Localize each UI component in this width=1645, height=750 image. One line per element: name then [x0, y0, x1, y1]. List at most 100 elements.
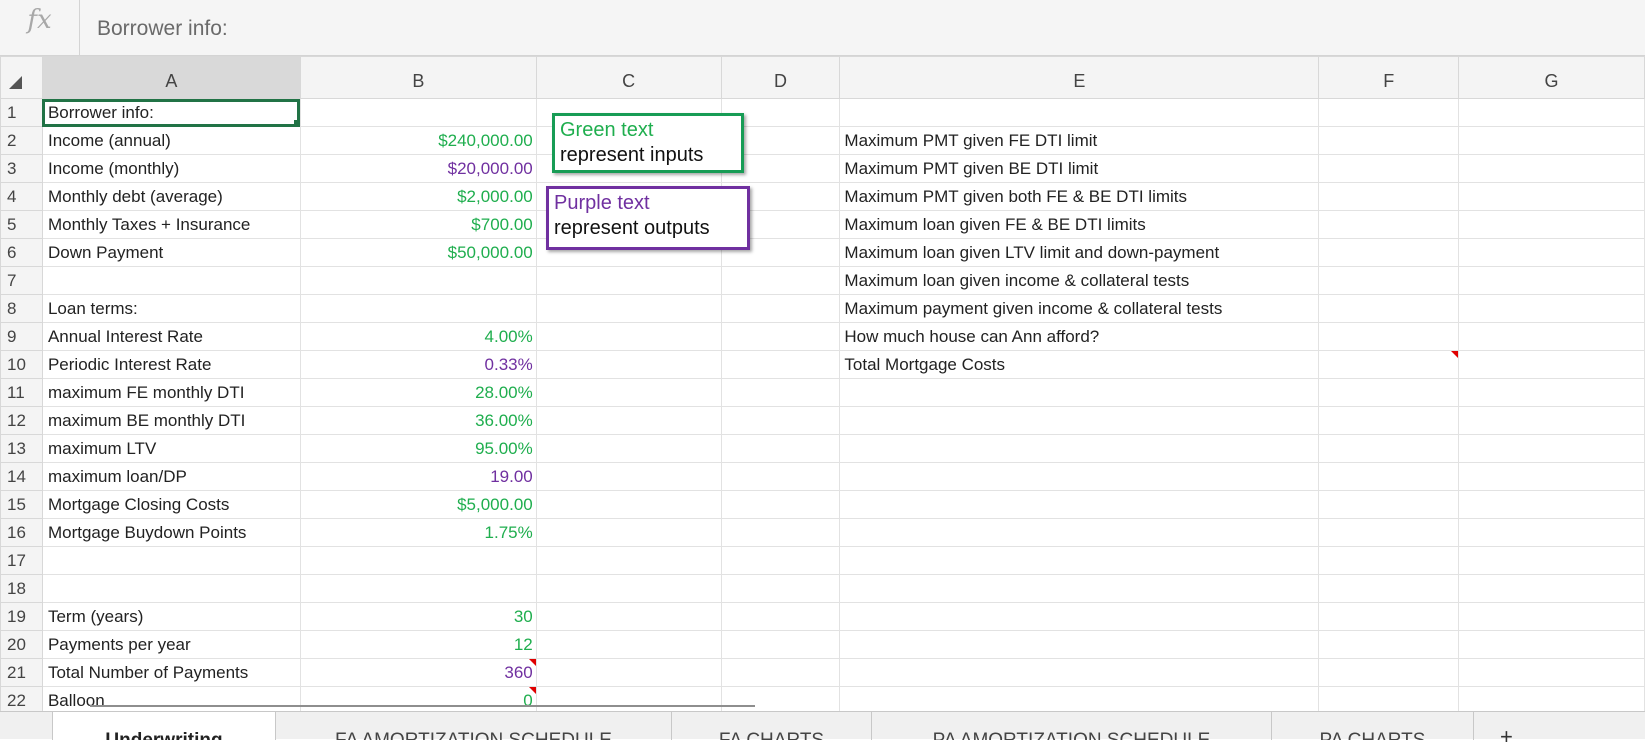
cell-g[interactable]	[1458, 574, 1645, 603]
column-header-e[interactable]: E	[839, 56, 1320, 99]
row-header[interactable]: 13	[0, 434, 43, 463]
cell-a[interactable]: maximum LTV	[41, 434, 301, 463]
cell-f[interactable]	[1318, 518, 1460, 547]
row-header[interactable]: 20	[0, 630, 43, 659]
cell-a[interactable]	[41, 574, 301, 603]
row-header[interactable]: 8	[0, 294, 43, 323]
row-header[interactable]: 9	[0, 322, 43, 351]
cell-a[interactable]: Mortgage Buydown Points	[41, 518, 301, 547]
cell-d[interactable]	[720, 294, 841, 323]
cell-g[interactable]	[1458, 322, 1645, 351]
cell-e[interactable]: Maximum PMT given both FE & BE DTI limit…	[839, 182, 1320, 211]
cell-e[interactable]: Maximum loan given income & collateral t…	[839, 266, 1320, 295]
column-header-g[interactable]: G	[1458, 56, 1645, 99]
row-header[interactable]: 21	[0, 658, 43, 687]
row-header[interactable]: 19	[0, 602, 43, 631]
cell-g[interactable]	[1458, 126, 1645, 155]
cell-c[interactable]	[535, 322, 722, 351]
cell-a[interactable]: Annual Interest Rate	[41, 322, 301, 351]
cell-c[interactable]	[535, 434, 722, 463]
cell-g[interactable]	[1458, 630, 1645, 659]
comment-indicator-icon[interactable]	[528, 687, 536, 694]
cell-e[interactable]	[839, 630, 1320, 659]
cell-d[interactable]	[720, 266, 841, 295]
cell-g[interactable]	[1458, 266, 1645, 295]
comment-indicator-icon[interactable]	[528, 659, 536, 666]
cell-d[interactable]	[720, 658, 841, 687]
cell-d[interactable]	[720, 462, 841, 491]
row-header[interactable]: 6	[0, 238, 43, 267]
row-header[interactable]: 15	[0, 490, 43, 519]
cell-a[interactable]: Total Number of Payments	[41, 658, 301, 687]
cell-b[interactable]: 19.00	[299, 462, 537, 491]
cell-c[interactable]	[535, 602, 722, 631]
cell-d[interactable]	[720, 630, 841, 659]
comment-indicator-icon[interactable]	[1451, 351, 1458, 358]
cell-f[interactable]	[1318, 182, 1460, 211]
cell-a[interactable]: Term (years)	[41, 602, 301, 631]
cell-c[interactable]	[535, 658, 722, 687]
cell-b[interactable]: 4.00%	[299, 322, 537, 351]
cell-e[interactable]: Maximum payment given income & collatera…	[839, 294, 1320, 323]
cell-e[interactable]	[839, 658, 1320, 687]
cell-e[interactable]	[839, 602, 1320, 631]
legend-inputs-box[interactable]: Green text represent inputs	[552, 113, 744, 173]
cell-f[interactable]	[1318, 154, 1460, 183]
row-header[interactable]: 2	[0, 126, 43, 155]
row-header[interactable]: 1	[0, 98, 43, 127]
formula-input[interactable]: Borrower info:	[97, 17, 228, 41]
cell-g[interactable]	[1458, 154, 1645, 183]
cell-d[interactable]	[720, 378, 841, 407]
cell-a[interactable]: Monthly debt (average)	[41, 182, 301, 211]
row-header[interactable]: 11	[0, 378, 43, 407]
cell-e[interactable]	[839, 434, 1320, 463]
cell-b[interactable]: 360	[299, 658, 537, 687]
row-header[interactable]: 5	[0, 210, 43, 239]
cell-f[interactable]	[1318, 238, 1460, 267]
cell-b[interactable]: 30	[299, 602, 537, 631]
cell-d[interactable]	[720, 574, 841, 603]
sheet-tab-pa-charts[interactable]: PA CHARTS	[1272, 712, 1474, 740]
cell-g[interactable]	[1458, 350, 1645, 379]
sheet-tab-pa-amortization[interactable]: PA AMORTIZATION SCHEDULE	[872, 712, 1272, 740]
cell-c[interactable]	[535, 546, 722, 575]
cell-a[interactable]: Loan terms:	[41, 294, 301, 323]
select-all-button[interactable]	[0, 56, 43, 99]
horizontal-scrollbar[interactable]	[90, 705, 755, 707]
cell-g[interactable]	[1458, 378, 1645, 407]
cell-a[interactable]	[41, 266, 301, 295]
cell-g[interactable]	[1458, 602, 1645, 631]
row-header[interactable]: 14	[0, 462, 43, 491]
row-header[interactable]: 12	[0, 406, 43, 435]
cell-b[interactable]: $20,000.00	[299, 154, 537, 183]
cell-b[interactable]: 36.00%	[299, 406, 537, 435]
cell-f[interactable]	[1318, 98, 1460, 127]
row-header[interactable]: 16	[0, 518, 43, 547]
cell-b[interactable]: $5,000.00	[299, 490, 537, 519]
cell-c[interactable]	[535, 406, 722, 435]
cell-f[interactable]	[1318, 350, 1460, 379]
active-cell[interactable]: Borrower info:	[41, 98, 301, 127]
cell-e[interactable]: How much house can Ann afford?	[839, 322, 1320, 351]
cell-a[interactable]: Monthly Taxes + Insurance	[41, 210, 301, 239]
cell-g[interactable]	[1458, 462, 1645, 491]
cell-e[interactable]	[839, 546, 1320, 575]
row-header[interactable]: 18	[0, 574, 43, 603]
fx-icon[interactable]: fx	[0, 0, 80, 56]
cell-b[interactable]: 12	[299, 630, 537, 659]
cell-e[interactable]: Maximum PMT given FE DTI limit	[839, 126, 1320, 155]
cell-d[interactable]	[720, 518, 841, 547]
column-header-f[interactable]: F	[1318, 56, 1460, 99]
row-header[interactable]: 10	[0, 350, 43, 379]
cell-g[interactable]	[1458, 182, 1645, 211]
cell-b[interactable]: 28.00%	[299, 378, 537, 407]
cell-a[interactable]: Mortgage Closing Costs	[41, 490, 301, 519]
sheet-tab-fa-amortization[interactable]: FA AMORTIZATION SCHEDULE	[276, 712, 672, 740]
cell-f[interactable]	[1318, 294, 1460, 323]
cell-e[interactable]: Maximum loan given FE & BE DTI limits	[839, 210, 1320, 239]
cell-g[interactable]	[1458, 406, 1645, 435]
cell-a[interactable]: maximum loan/DP	[41, 462, 301, 491]
cell-c[interactable]	[535, 574, 722, 603]
row-header[interactable]: 3	[0, 154, 43, 183]
cell-a[interactable]: maximum FE monthly DTI	[41, 378, 301, 407]
